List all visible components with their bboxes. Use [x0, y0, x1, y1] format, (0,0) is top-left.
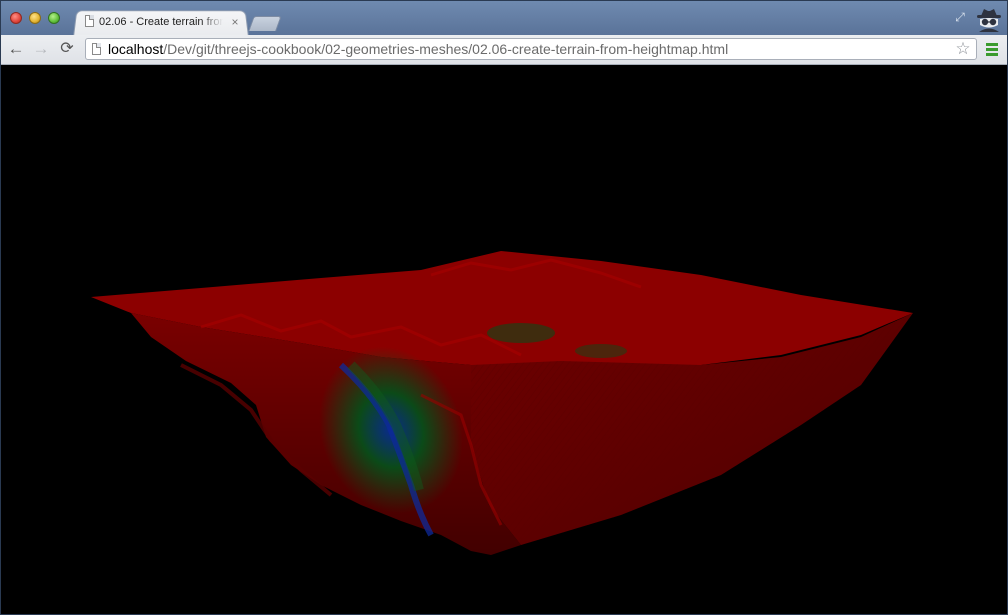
browser-window: 02.06 - Create terrain from heightmap × …: [0, 0, 1008, 615]
url-path: /Dev/git/threejs-cookbook/02-geometries-…: [163, 41, 729, 57]
tab-strip: 02.06 - Create terrain from heightmap × …: [1, 1, 1007, 38]
webgl-canvas[interactable]: [1, 65, 1007, 614]
document-icon: [85, 15, 94, 27]
new-tab-button[interactable]: [248, 16, 282, 31]
tab-active[interactable]: 02.06 - Create terrain from heightmap ×: [83, 14, 243, 32]
url-host: localhost: [108, 41, 164, 57]
forward-button[interactable]: →: [31, 39, 51, 59]
reload-button[interactable]: ⟳: [57, 39, 77, 59]
zoom-window-button[interactable]: [48, 12, 60, 24]
tab-title: 02.06 - Create terrain from heightmap: [99, 16, 223, 28]
tab-close-icon[interactable]: ×: [229, 14, 241, 30]
minimize-window-button[interactable]: [29, 12, 41, 24]
incognito-icon: [977, 9, 1001, 32]
menu-icon[interactable]: [986, 43, 998, 56]
close-window-button[interactable]: [10, 12, 22, 24]
fullscreen-icon[interactable]: ⤢: [953, 10, 967, 24]
terrain-render: [91, 251, 913, 555]
back-button[interactable]: ←: [6, 39, 26, 59]
bookmark-star-icon[interactable]: ☆: [954, 39, 972, 59]
url-text[interactable]: localhost/Dev/git/threejs-cookbook/02-ge…: [108, 39, 948, 59]
page-info-icon[interactable]: [92, 43, 101, 55]
toolbar: ← → ⟳ localhost/Dev/git/threejs-cookbook…: [1, 35, 1007, 65]
address-bar[interactable]: localhost/Dev/git/threejs-cookbook/02-ge…: [85, 38, 977, 60]
